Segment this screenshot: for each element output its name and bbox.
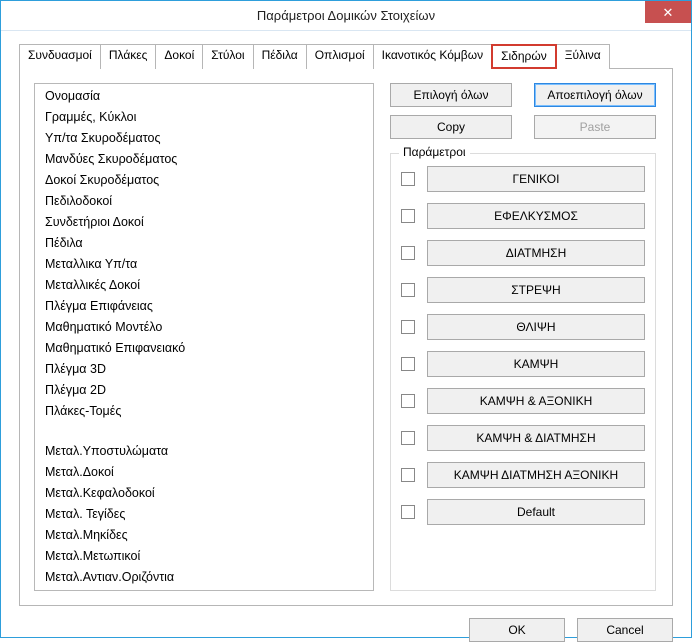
list-item[interactable]: Μεταλ.Μηκίδες: [35, 525, 373, 546]
param-checkbox[interactable]: [401, 357, 415, 371]
list-item[interactable]: Πλέγμα 2D: [35, 380, 373, 401]
param-checkbox[interactable]: [401, 394, 415, 408]
list-item[interactable]: Μεταλ.Αντιαν.Οριζόντια: [35, 567, 373, 588]
list-item[interactable]: Μανδύες Σκυροδέματος: [35, 149, 373, 170]
param-button[interactable]: ΚΑΜΨΗ: [427, 351, 645, 377]
clipboard-button-row: Copy Paste: [390, 115, 656, 139]
tab-2[interactable]: Δοκοί: [155, 44, 203, 69]
select-all-button[interactable]: Επιλογή όλων: [390, 83, 512, 107]
deselect-all-button[interactable]: Αποεπιλογή όλων: [534, 83, 656, 107]
close-button[interactable]: ✕: [645, 1, 691, 23]
param-checkbox[interactable]: [401, 320, 415, 334]
list-item[interactable]: Μεταλ.Υποστυλώματα: [35, 441, 373, 462]
tab-0[interactable]: Συνδυασμοί: [19, 44, 101, 69]
parameters-groupbox: Παράμετροι ΓΕΝΙΚΟΙΕΦΕΛΚΥΣΜΟΣΔΙΑΤΜΗΣΗΣΤΡΕ…: [390, 153, 656, 591]
param-checkbox[interactable]: [401, 431, 415, 445]
client-area: ΣυνδυασμοίΠλάκεςΔοκοίΣτύλοιΠέδιλαΟπλισμο…: [1, 31, 691, 637]
list-spacer: [35, 422, 373, 441]
list-item[interactable]: Πλέγμα Επιφάνειας: [35, 296, 373, 317]
list-item[interactable]: Πλάκες-Τομές: [35, 401, 373, 422]
param-button[interactable]: ΣΤΡΕΨΗ: [427, 277, 645, 303]
tab-8[interactable]: Ξύλινα: [556, 44, 610, 69]
list-item[interactable]: Μεταλλικα Υπ/τα: [35, 254, 373, 275]
param-checkbox[interactable]: [401, 283, 415, 297]
param-checkbox[interactable]: [401, 505, 415, 519]
list-item[interactable]: Δοκοί Σκυροδέματος: [35, 170, 373, 191]
param-row: ΚΑΜΨΗ & ΔΙΑΤΜΗΣΗ: [401, 425, 645, 451]
param-row: ΔΙΑΤΜΗΣΗ: [401, 240, 645, 266]
right-pane: Επιλογή όλων Αποεπιλογή όλων Copy Paste …: [390, 83, 656, 591]
parameters-rows: ΓΕΝΙΚΟΙ ΕΦΕΛΚΥΣΜΟΣ ΔΙΑΤΜΗΣΗ ΣΤΡΕΨΗ ΘΛΙΨΗ ΚΑΜΨ…: [401, 166, 645, 525]
selection-button-row: Επιλογή όλων Αποεπιλογή όλων: [390, 83, 656, 107]
param-checkbox[interactable]: [401, 246, 415, 260]
param-button[interactable]: ΓΕΝΙΚΟΙ: [427, 166, 645, 192]
cancel-button[interactable]: Cancel: [577, 618, 673, 642]
param-button[interactable]: ΕΦΕΛΚΥΣΜΟΣ: [427, 203, 645, 229]
dialog-footer: OK Cancel: [19, 606, 673, 642]
list-item[interactable]: Υπ/τα Σκυροδέματος: [35, 128, 373, 149]
list-item[interactable]: Μεταλ.Δοκοί: [35, 462, 373, 483]
close-icon: ✕: [663, 6, 674, 19]
list-item[interactable]: Ονομασία: [35, 86, 373, 107]
list-item[interactable]: Μαθηματικό Μοντέλο: [35, 317, 373, 338]
param-row: ΓΕΝΙΚΟΙ: [401, 166, 645, 192]
list-item[interactable]: Γραμμές, Κύκλοι: [35, 107, 373, 128]
param-button[interactable]: ΔΙΑΤΜΗΣΗ: [427, 240, 645, 266]
list-item[interactable]: Πέδιλα: [35, 233, 373, 254]
list-item[interactable]: Μεταλ. Τεγίδες: [35, 504, 373, 525]
copy-button[interactable]: Copy: [390, 115, 512, 139]
param-row: ΘΛΙΨΗ: [401, 314, 645, 340]
tab-1[interactable]: Πλάκες: [100, 44, 157, 69]
list-item[interactable]: Μαθηματικό Επιφανειακό: [35, 338, 373, 359]
param-row: Default: [401, 499, 645, 525]
paste-button: Paste: [534, 115, 656, 139]
param-button[interactable]: ΚΑΜΨΗ & ΔΙΑΤΜΗΣΗ: [427, 425, 645, 451]
groupbox-legend: Παράμετροι: [399, 145, 470, 159]
tab-3[interactable]: Στύλοι: [202, 44, 253, 69]
tab-7[interactable]: Σιδηρών: [491, 44, 557, 69]
param-button[interactable]: ΚΑΜΨΗ & ΑΞΟΝΙΚΗ: [427, 388, 645, 414]
titlebar: Παράμετροι Δομικών Στοιχείων ✕: [1, 1, 691, 31]
list-item[interactable]: Μεταλλικές Δοκοί: [35, 275, 373, 296]
element-listbox[interactable]: ΟνομασίαΓραμμές, ΚύκλοιΥπ/τα Σκυροδέματο…: [34, 83, 374, 591]
param-button[interactable]: Default: [427, 499, 645, 525]
tab-6[interactable]: Ικανοτικός Κόμβων: [373, 44, 492, 69]
param-button[interactable]: ΘΛΙΨΗ: [427, 314, 645, 340]
param-row: ΚΑΜΨΗ ΔΙΑΤΜΗΣΗ ΑΞΟΝΙΚΗ: [401, 462, 645, 488]
list-item[interactable]: Πλέγμα 3D: [35, 359, 373, 380]
left-pane: ΟνομασίαΓραμμές, ΚύκλοιΥπ/τα Σκυροδέματο…: [34, 83, 374, 591]
list-item[interactable]: Συνδετήριοι Δοκοί: [35, 212, 373, 233]
list-item[interactable]: Μεταλ.Κεφαλοδοκοί: [35, 483, 373, 504]
ok-button[interactable]: OK: [469, 618, 565, 642]
param-checkbox[interactable]: [401, 209, 415, 223]
param-row: ΚΑΜΨΗ: [401, 351, 645, 377]
param-row: ΕΦΕΛΚΥΣΜΟΣ: [401, 203, 645, 229]
param-checkbox[interactable]: [401, 172, 415, 186]
list-item[interactable]: Μεταλ.Μετωπικοί: [35, 546, 373, 567]
tab-4[interactable]: Πέδιλα: [253, 44, 307, 69]
param-row: ΣΤΡΕΨΗ: [401, 277, 645, 303]
param-row: ΚΑΜΨΗ & ΑΞΟΝΙΚΗ: [401, 388, 645, 414]
tab-strip: ΣυνδυασμοίΠλάκεςΔοκοίΣτύλοιΠέδιλαΟπλισμο…: [19, 43, 673, 68]
param-button[interactable]: ΚΑΜΨΗ ΔΙΑΤΜΗΣΗ ΑΞΟΝΙΚΗ: [427, 462, 645, 488]
dialog-window: Παράμετροι Δομικών Στοιχείων ✕ Συνδυασμο…: [0, 0, 692, 638]
window-title: Παράμετροι Δομικών Στοιχείων: [257, 8, 435, 23]
list-item[interactable]: Πεδιλοδοκοί: [35, 191, 373, 212]
param-checkbox[interactable]: [401, 468, 415, 482]
tab-panel: ΟνομασίαΓραμμές, ΚύκλοιΥπ/τα Σκυροδέματο…: [19, 68, 673, 606]
tab-5[interactable]: Οπλισμοί: [306, 44, 374, 69]
